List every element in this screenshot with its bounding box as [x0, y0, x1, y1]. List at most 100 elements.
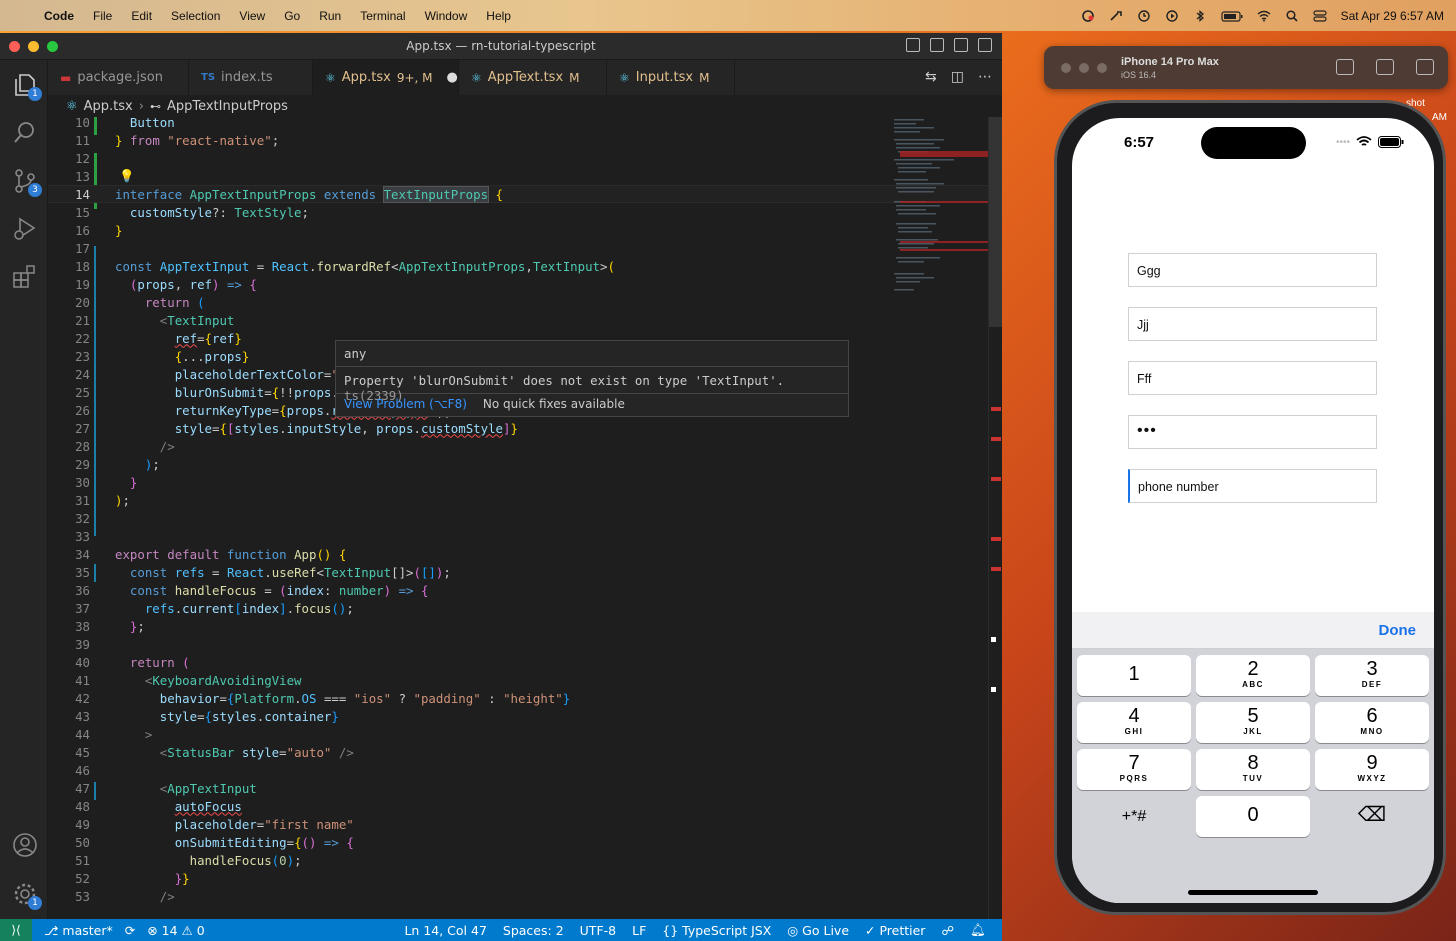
explorer-icon[interactable]: 1: [12, 72, 42, 101]
search-icon[interactable]: [12, 120, 38, 146]
tool-icon[interactable]: [1109, 10, 1123, 22]
done-button[interactable]: Done: [1379, 622, 1417, 639]
last-name-input[interactable]: Jjj: [1128, 307, 1377, 341]
key-2[interactable]: 2 ABC: [1196, 655, 1310, 696]
scrollbar-thumb[interactable]: [989, 117, 1002, 327]
maximize-window-button[interactable]: [47, 41, 58, 52]
sim-zoom-button[interactable]: [1097, 63, 1107, 73]
tab-apptext-tsx[interactable]: ⚛ AppText.tsx M: [459, 60, 607, 95]
extensions-icon[interactable]: [12, 264, 38, 290]
customize-layout-icon[interactable]: [978, 38, 992, 52]
tab-index-ts[interactable]: TS index.ts: [189, 60, 313, 95]
notifications-bell-icon[interactable]: 🔔︎: [970, 922, 986, 938]
tab-package-json[interactable]: ▬ package.json: [48, 60, 189, 95]
menu-view[interactable]: View: [239, 9, 265, 23]
problems-indicator[interactable]: ⊗ 14 ⚠ 0: [147, 923, 204, 938]
key-9[interactable]: 9 WXYZ: [1315, 749, 1429, 790]
source-control-icon[interactable]: 3: [12, 168, 42, 197]
key-0[interactable]: 0: [1196, 796, 1310, 837]
rotate-icon[interactable]: [1416, 59, 1434, 75]
time-machine-icon[interactable]: [1137, 9, 1151, 22]
compare-changes-icon[interactable]: ⇆: [925, 69, 937, 85]
code-line: 52 }}: [48, 869, 988, 887]
key-1[interactable]: 1: [1077, 655, 1191, 696]
view-problem-link[interactable]: View Problem (⌥F8): [344, 397, 467, 413]
key-3[interactable]: 3 DEF: [1315, 655, 1429, 696]
error-count: 14: [161, 922, 178, 938]
code-line: 17: [48, 239, 988, 257]
minimap[interactable]: [890, 117, 988, 317]
end-of-line[interactable]: LF: [632, 923, 646, 938]
menu-help[interactable]: Help: [486, 9, 511, 23]
battery-icon[interactable]: [1220, 10, 1243, 22]
toggle-panel-icon[interactable]: [930, 38, 944, 52]
menu-selection[interactable]: Selection: [171, 9, 220, 23]
menu-go[interactable]: Go: [284, 9, 300, 23]
language-mode[interactable]: {} TypeScript JSX: [662, 923, 771, 938]
first-name-input[interactable]: Ggg: [1128, 253, 1377, 287]
menu-run[interactable]: Run: [319, 9, 341, 23]
menu-edit[interactable]: Edit: [131, 9, 152, 23]
tab-input-tsx[interactable]: ⚛ Input.tsx M: [607, 60, 735, 95]
close-window-button[interactable]: [9, 41, 20, 52]
editor-scrollbar[interactable]: [988, 117, 1002, 919]
indentation[interactable]: Spaces: 2: [503, 923, 564, 938]
lightbulb-icon[interactable]: 💡: [119, 168, 134, 184]
toggle-sidebar-icon[interactable]: [906, 38, 920, 52]
sim-close-button[interactable]: [1061, 63, 1071, 73]
key-8[interactable]: 8 TUV: [1196, 749, 1310, 790]
key-4[interactable]: 4 GHI: [1077, 702, 1191, 743]
line-number: 38: [75, 618, 90, 634]
sim-minimize-button[interactable]: [1079, 63, 1089, 73]
key-5[interactable]: 5 JKL: [1196, 702, 1310, 743]
wifi-icon[interactable]: [1257, 10, 1271, 22]
menu-terminal[interactable]: Terminal: [360, 9, 405, 23]
home-icon[interactable]: [1336, 59, 1354, 75]
branch-name: master*: [62, 922, 113, 938]
manage-gear-icon[interactable]: 1: [12, 881, 42, 910]
key-digit: 9: [1366, 752, 1378, 774]
creative-cloud-icon[interactable]: [1081, 9, 1095, 22]
branch-indicator[interactable]: ⎇ master*: [44, 923, 113, 938]
sync-icon[interactable]: ⟳: [125, 923, 135, 938]
menu-app-name[interactable]: Code: [44, 9, 74, 23]
ts-icon: TS: [201, 72, 216, 83]
remote-indicator-icon[interactable]: ⟩⟨: [0, 919, 32, 941]
account-icon[interactable]: [12, 832, 38, 858]
key-symbols[interactable]: +*#: [1077, 796, 1191, 837]
go-live-button[interactable]: ◎ Go Live: [787, 923, 849, 938]
control-center-icon[interactable]: [1312, 9, 1327, 22]
toggle-secondary-sidebar-icon[interactable]: [954, 38, 968, 52]
breadcrumb-file[interactable]: App.tsx: [84, 99, 133, 114]
play-icon[interactable]: [1165, 9, 1179, 22]
screenshot-icon[interactable]: [1376, 59, 1394, 75]
run-debug-icon[interactable]: [12, 216, 38, 242]
breadcrumb-symbol[interactable]: AppTextInputProps: [167, 99, 288, 114]
key-6[interactable]: 6 MNO: [1315, 702, 1429, 743]
more-actions-icon[interactable]: ⋯: [978, 69, 992, 85]
delete-key-icon[interactable]: ⌫: [1315, 796, 1429, 837]
scrollbar-error-mark: [991, 537, 1001, 541]
line-number: 35: [75, 564, 90, 580]
menubar-datetime[interactable]: Sat Apr 29 6:57 AM: [1341, 9, 1444, 23]
key-letters: WXYZ: [1357, 774, 1387, 783]
code-editor[interactable]: 10 Button 11} from "react-native"; 12 13…: [48, 117, 988, 919]
feedback-icon[interactable]: ☍: [941, 923, 954, 938]
phone-number-input[interactable]: phone number: [1128, 469, 1377, 503]
tab-app-tsx[interactable]: ⚛ App.tsx 9+, M ●: [313, 60, 459, 95]
bluetooth-icon[interactable]: [1193, 9, 1207, 22]
split-editor-icon[interactable]: ◫: [951, 69, 964, 85]
menu-window[interactable]: Window: [425, 9, 468, 23]
scrollbar-error-mark: [991, 407, 1001, 411]
cursor-position[interactable]: Ln 14, Col 47: [404, 923, 486, 938]
unsaved-dot-icon[interactable]: ●: [447, 70, 458, 85]
key-7[interactable]: 7 PQRS: [1077, 749, 1191, 790]
minimize-window-button[interactable]: [28, 41, 39, 52]
menu-file[interactable]: File: [93, 9, 112, 23]
home-indicator[interactable]: [1188, 890, 1318, 895]
password-input[interactable]: •••: [1128, 415, 1377, 449]
text-input-3[interactable]: Fff: [1128, 361, 1377, 395]
encoding[interactable]: UTF-8: [580, 923, 616, 938]
spotlight-icon[interactable]: [1285, 9, 1299, 22]
prettier-status[interactable]: ✓ Prettier: [865, 923, 925, 938]
